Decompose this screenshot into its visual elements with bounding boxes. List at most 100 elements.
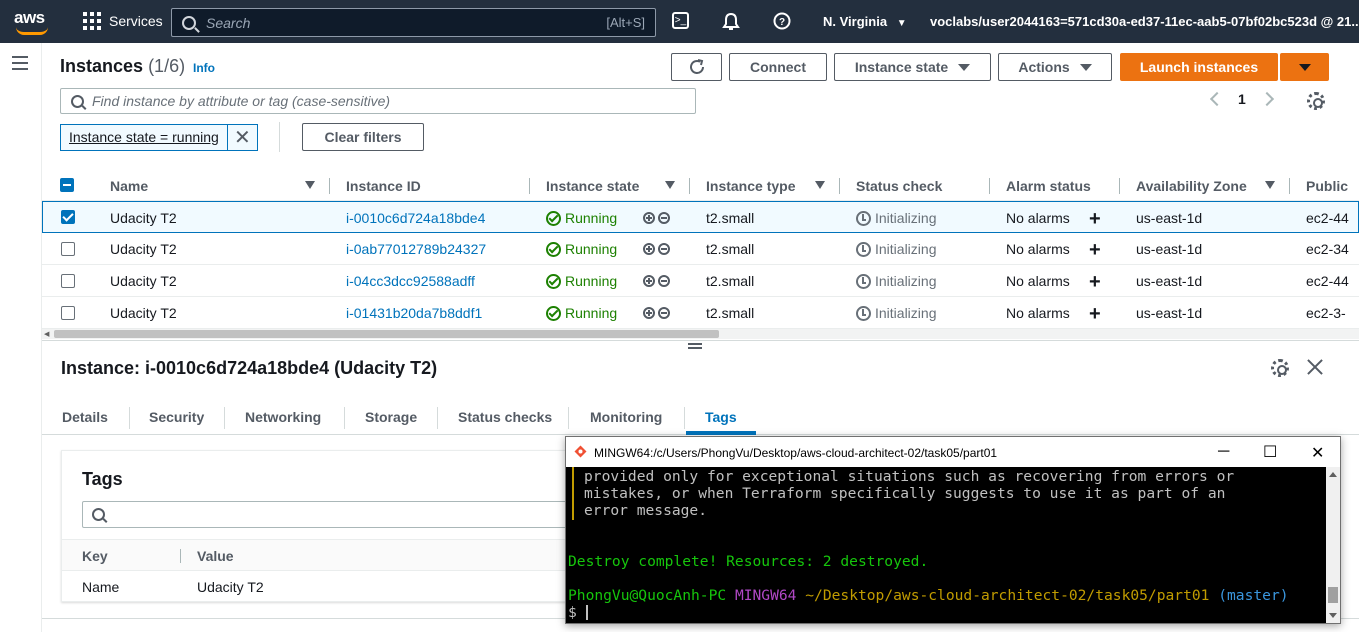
column-header-status-check[interactable]: Status check — [856, 178, 942, 194]
table-row[interactable]: Udacity T2 i-0ab77012789b24327 Running t… — [42, 233, 1359, 265]
close-panel-close-icon[interactable] — [1307, 359, 1323, 375]
active-tab-indicator — [686, 431, 756, 435]
search-shortcut-hint: [Alt+S] — [606, 15, 645, 30]
column-header-alarm-status[interactable]: Alarm status — [1006, 178, 1091, 194]
instance-type: t2.small — [706, 210, 755, 226]
sort-icon[interactable] — [815, 181, 825, 189]
row-checkbox[interactable] — [61, 274, 75, 288]
minimize-icon[interactable]: ─ — [1218, 443, 1229, 461]
scroll-left-arrow-icon[interactable]: ◀ — [44, 330, 49, 338]
column-header-instance-id[interactable]: Instance ID — [346, 178, 421, 194]
scroll-down-arrow-icon[interactable] — [1329, 613, 1337, 618]
column-header-instance-state[interactable]: Instance state — [546, 178, 639, 194]
region-selector[interactable]: N. Virginia ▼ — [823, 14, 907, 29]
add-alarm-plus-icon[interactable]: + — [1089, 208, 1101, 231]
text-cursor — [585, 605, 588, 620]
terminal-output[interactable]: provided only for exceptional situations… — [566, 467, 1326, 623]
tab-networking[interactable]: Networking — [245, 409, 321, 425]
zoom-out-icon[interactable] — [658, 307, 670, 319]
shell-input-line[interactable]: $ — [568, 604, 588, 621]
tab-monitoring[interactable]: Monitoring — [590, 409, 662, 425]
launch-instances-dropdown[interactable] — [1280, 53, 1329, 81]
aws-logo[interactable]: aws — [14, 8, 54, 36]
table-horizontal-scrollbar[interactable]: ◀ — [42, 329, 1359, 339]
zoom-in-icon[interactable] — [643, 243, 655, 255]
column-header-instance-type[interactable]: Instance type — [706, 178, 795, 194]
sort-icon[interactable] — [665, 181, 675, 189]
instance-id-link[interactable]: i-04cc3dcc92588adff — [346, 273, 475, 289]
table-row[interactable]: Udacity T2 i-0010c6d724a18bde4 Running t… — [42, 201, 1359, 233]
services-menu-button[interactable]: Services — [83, 12, 163, 30]
zoom-out-icon[interactable] — [658, 212, 670, 224]
column-header-name[interactable]: Name — [110, 178, 148, 194]
panel-resize-handle[interactable] — [688, 343, 702, 349]
clock-icon — [856, 242, 871, 257]
panel-settings-gear-icon[interactable] — [1271, 359, 1289, 377]
terminal-scrollbar[interactable] — [1326, 467, 1340, 623]
global-search-box[interactable]: [Alt+S] — [171, 8, 656, 37]
tab-storage[interactable]: Storage — [365, 409, 417, 425]
select-all-checkbox[interactable] — [60, 178, 74, 192]
account-menu[interactable]: voclabs/user2044163=571cd30a-ed37-11ec-a… — [930, 14, 1359, 29]
tab-details[interactable]: Details — [62, 409, 108, 425]
column-header-public[interactable]: Public — [1306, 178, 1348, 194]
clear-filters-button[interactable]: Clear filters — [302, 123, 424, 151]
maximize-icon[interactable]: ☐ — [1263, 442, 1277, 462]
zoom-out-icon[interactable] — [658, 275, 670, 287]
tags-search-input[interactable] — [82, 501, 582, 528]
instance-filter-input[interactable]: Find instance by attribute or tag (case-… — [60, 88, 696, 114]
sort-icon[interactable] — [1265, 181, 1275, 189]
table-preferences-gear-icon[interactable] — [1307, 92, 1325, 110]
filter-token[interactable]: Instance state = running ✕ — [60, 124, 258, 151]
scrollbar-thumb[interactable] — [54, 330, 719, 338]
zoom-out-icon[interactable] — [658, 243, 670, 255]
availability-zone: us-east-1d — [1136, 273, 1203, 289]
terminal-window[interactable]: MINGW64:/c/Users/PhongVu/Desktop/aws-clo… — [565, 436, 1341, 624]
close-window-close-icon[interactable]: ✕ — [1311, 443, 1324, 463]
refresh-button[interactable] — [671, 53, 722, 81]
destroy-complete-line: Destroy complete! Resources: 2 destroyed… — [568, 553, 929, 570]
launch-instances-button[interactable]: Launch instances — [1120, 53, 1278, 81]
connect-button[interactable]: Connect — [729, 53, 827, 81]
help-button[interactable]: ? — [772, 12, 792, 32]
chevron-right-icon[interactable] — [1259, 91, 1274, 107]
add-alarm-plus-icon[interactable]: + — [1089, 303, 1101, 326]
add-alarm-plus-icon[interactable]: + — [1089, 271, 1101, 294]
detail-tabs: Details Security Networking Storage Stat… — [42, 400, 1359, 435]
instance-id-link[interactable]: i-0ab77012789b24327 — [346, 241, 486, 257]
alarm-status: No alarms — [1006, 273, 1070, 289]
cloudshell-button[interactable]: >_ — [672, 12, 692, 32]
zoom-in-icon[interactable] — [643, 212, 655, 224]
row-checkbox[interactable] — [61, 306, 75, 320]
sort-descending-icon[interactable] — [305, 181, 315, 189]
current-page[interactable]: 1 — [1238, 91, 1246, 107]
add-alarm-plus-icon[interactable]: + — [1089, 239, 1101, 262]
row-checkbox[interactable] — [61, 210, 75, 224]
instance-id-link[interactable]: i-01431b20da7b8ddf1 — [346, 305, 482, 321]
instance-id-link[interactable]: i-0010c6d724a18bde4 — [346, 210, 485, 226]
row-checkbox[interactable] — [61, 242, 75, 256]
info-link[interactable]: Info — [193, 61, 215, 75]
output-bar — [572, 467, 574, 520]
instance-state-dropdown[interactable]: Instance state — [834, 53, 991, 81]
global-search-input[interactable] — [206, 14, 607, 31]
terminal-titlebar[interactable]: MINGW64:/c/Users/PhongVu/Desktop/aws-clo… — [566, 437, 1340, 467]
scrollbar-thumb[interactable] — [1328, 587, 1338, 603]
chevron-left-icon[interactable] — [1209, 91, 1225, 107]
actions-dropdown[interactable]: Actions — [998, 53, 1112, 81]
zoom-in-icon[interactable] — [643, 275, 655, 287]
side-nav-toggle[interactable] — [12, 56, 28, 70]
table-row[interactable]: Udacity T2 i-01431b20da7b8ddf1 Running t… — [42, 297, 1359, 329]
status-check: Initializing — [856, 241, 936, 257]
notifications-button[interactable] — [721, 12, 741, 32]
column-header-availability-zone[interactable]: Availability Zone — [1136, 178, 1247, 194]
remove-filter-close-icon[interactable]: ✕ — [226, 125, 257, 150]
tab-status-checks[interactable]: Status checks — [458, 409, 552, 425]
value-column-header: Value — [197, 548, 234, 564]
zoom-in-icon[interactable] — [643, 307, 655, 319]
tab-tags[interactable]: Tags — [705, 409, 737, 425]
tab-security[interactable]: Security — [149, 409, 204, 425]
table-row[interactable]: Udacity T2 i-04cc3dcc92588adff Running t… — [42, 265, 1359, 297]
scroll-up-arrow-icon[interactable] — [1329, 472, 1337, 477]
instance-state: Running — [546, 241, 617, 257]
